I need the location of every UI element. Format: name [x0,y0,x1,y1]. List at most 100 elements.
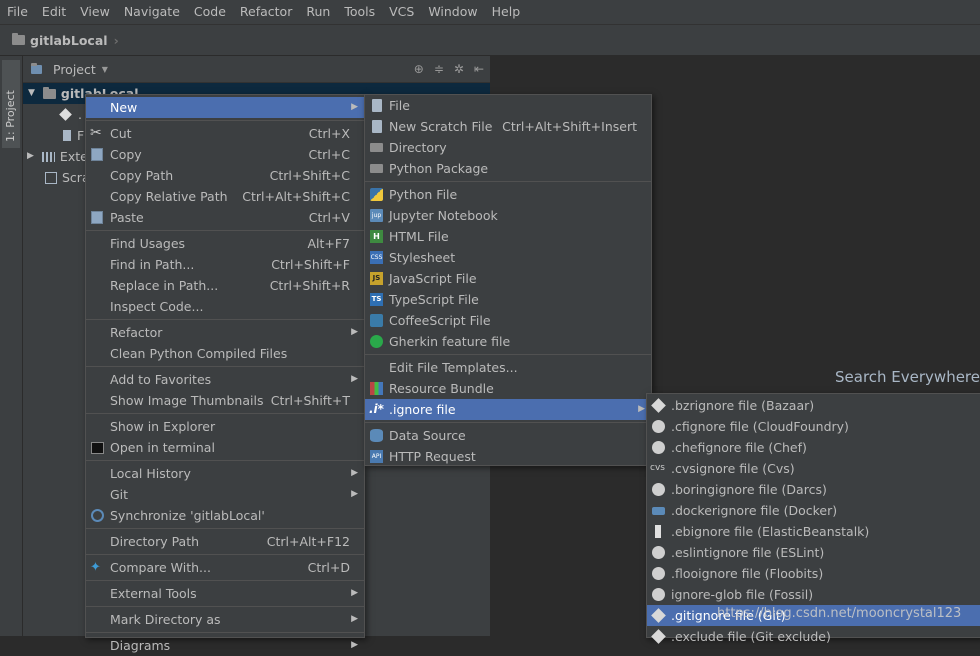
ignore-item-bzrignore-file-bazaar[interactable]: .bzrignore file (Bazaar) [647,395,980,416]
ignore-item-flooignore-file-floobits[interactable]: .flooignore file (Floobits) [647,563,980,584]
menu-refactor[interactable]: Refactor [233,0,299,24]
new-item-directory[interactable]: Directory [365,137,651,158]
hide-icon[interactable]: ⇤ [474,62,484,76]
menu-vcs[interactable]: VCS [382,0,421,24]
ignore-item-boringignore-file-darcs[interactable]: .boringignore file (Darcs) [647,479,980,500]
css-icon: CSS [370,251,383,264]
chevron-right-icon: ▶ [351,640,358,650]
ignore-item-ebignore-file-elasticbeanstalk[interactable]: .ebignore file (ElasticBeanstalk) [647,521,980,542]
ctx-item-diagrams[interactable]: Diagrams ▶ [86,635,364,656]
ignore-item-label: .cvsignore file (Cvs) [671,461,795,476]
ctx-item-show-in-explorer[interactable]: Show in Explorer [86,416,364,437]
ctx-item-synchronize-gitlablocal[interactable]: Synchronize 'gitlabLocal' [86,505,364,526]
new-item-jupyter-notebook[interactable]: jup Jupyter Notebook [365,205,651,226]
coffeescript-icon [370,314,383,327]
locate-icon[interactable]: ⊕ [414,62,424,76]
menu-code[interactable]: Code [187,0,233,24]
new-item-python-file[interactable]: Python File [365,184,651,205]
breadcrumb[interactable]: gitlabLocal › [12,33,119,48]
ctx-item-paste[interactable]: Paste Ctrl+V [86,207,364,228]
ignore-item-dockerignore-file-docker[interactable]: .dockerignore file (Docker) [647,500,980,521]
shortcut-label: Ctrl+Alt+Shift+Insert [502,119,637,134]
menu-run[interactable]: Run [299,0,337,24]
project-tool-tab[interactable]: 1: Project [2,60,20,148]
ignore-item-ignore-glob-file-fossil[interactable]: ignore-glob file (Fossil) [647,584,980,605]
menu-window[interactable]: Window [421,0,484,24]
ctx-item-copy-path[interactable]: Copy Path Ctrl+Shift+C [86,165,364,186]
ignore-item-exclude-file-git-exclude[interactable]: .exclude file (Git exclude) [647,626,980,647]
tree-node[interactable]: F [63,125,84,146]
ctx-item-label: Directory Path [110,534,200,549]
menu-edit[interactable]: Edit [35,0,73,24]
new-item-python-package[interactable]: Python Package [365,158,651,179]
ignore-item-cfignore-file-cloudfoundry[interactable]: .cfignore file (CloudFoundry) [647,416,980,437]
collapse-all-icon[interactable]: ≑ [434,62,444,76]
ctx-item-mark-directory-as[interactable]: Mark Directory as ▶ [86,609,364,630]
ignore-item-label: .bzrignore file (Bazaar) [671,398,815,413]
new-item-html-file[interactable]: H HTML File [365,226,651,247]
gear-icon[interactable]: ✲ [454,62,464,76]
ctx-item-replace-in-path[interactable]: Replace in Path... Ctrl+Shift+R [86,275,364,296]
ctx-item-add-to-favorites[interactable]: Add to Favorites ▶ [86,369,364,390]
menu-navigate[interactable]: Navigate [117,0,187,24]
shortcut-label: Ctrl+D [307,560,350,575]
new-item-ignore-file[interactable]: .i* .ignore file ▶ [365,399,651,420]
ctx-item-inspect-code[interactable]: Inspect Code... [86,296,364,317]
shortcut-label: Ctrl+Alt+F12 [266,534,350,549]
menu-file[interactable]: File [0,0,35,24]
ctx-item-clean-python-compiled-files[interactable]: Clean Python Compiled Files [86,343,364,364]
tree-node[interactable]: Scra [45,167,90,188]
new-item-edit-file-templates[interactable]: Edit File Templates... [365,357,651,378]
tree-node[interactable]: ▶ Exte [27,146,88,167]
ignore-item-chefignore-file-chef[interactable]: .chefignore file (Chef) [647,437,980,458]
ctx-item-show-image-thumbnails[interactable]: Show Image Thumbnails Ctrl+Shift+T [86,390,364,411]
ctx-item-copy-relative-path[interactable]: Copy Relative Path Ctrl+Alt+Shift+C [86,186,364,207]
expand-arrow-icon[interactable]: ▼ [28,83,35,104]
menu-separator [86,366,364,367]
ctx-item-git[interactable]: Git ▶ [86,484,364,505]
new-item-gherkin-feature-file[interactable]: Gherkin feature file [365,331,651,352]
ctx-item-find-usages[interactable]: Find Usages Alt+F7 [86,233,364,254]
new-item-http-request[interactable]: API HTTP Request [365,446,651,467]
new-item-coffeescript-file[interactable]: CoffeeScript File [365,310,651,331]
ctx-item-open-in-terminal[interactable]: Open in terminal [86,437,364,458]
ctx-item-copy[interactable]: Copy Ctrl+C [86,144,364,165]
new-item-resource-bundle[interactable]: Resource Bundle [365,378,651,399]
menu-view[interactable]: View [73,0,117,24]
menu-help[interactable]: Help [485,0,528,24]
ctx-item-refactor[interactable]: Refactor ▶ [86,322,364,343]
project-panel-tools: ⊕ ≑ ✲ ⇤ [414,62,484,76]
ctx-item-compare-with[interactable]: ✦ Compare With... Ctrl+D [86,557,364,578]
ctx-item-local-history[interactable]: Local History ▶ [86,463,364,484]
chevron-down-icon[interactable]: ▼ [102,65,108,74]
ctx-item-label: External Tools [110,586,197,601]
new-item-typescript-file[interactable]: TS TypeScript File [365,289,651,310]
expand-arrow-icon[interactable]: ▶ [27,146,34,167]
menu-separator [86,230,364,231]
new-item-file[interactable]: File [365,95,651,116]
new-item-data-source[interactable]: Data Source [365,425,651,446]
ctx-item-label: Cut [110,126,132,141]
ignore-item-label: .chefignore file (Chef) [671,440,807,455]
ctx-item-find-in-path[interactable]: Find in Path... Ctrl+Shift+F [86,254,364,275]
ctx-item-cut[interactable]: ✂ Cut Ctrl+X [86,123,364,144]
watermark: https://blog.csdn.net/mooncrystal123 [717,606,962,621]
ctx-item-directory-path[interactable]: Directory Path Ctrl+Alt+F12 [86,531,364,552]
menu-separator [86,460,364,461]
new-item-label: Python File [389,187,458,202]
new-item-label: Gherkin feature file [389,334,511,349]
project-panel-title[interactable]: Project [53,62,96,77]
new-item-label: New Scratch File [389,119,493,134]
tree-node[interactable]: . [59,104,82,125]
ctx-item-external-tools[interactable]: External Tools ▶ [86,583,364,604]
chevron-right-icon: ▶ [638,404,645,414]
ctx-item-label: Paste [110,210,144,225]
ignore-item-cvsignore-file-cvs[interactable]: cvs .cvsignore file (Cvs) [647,458,980,479]
ctx-item-new[interactable]: New ▶ [86,97,364,118]
ts-icon: TS [370,293,383,306]
ignore-item-eslintignore-file-eslint[interactable]: .eslintignore file (ESLint) [647,542,980,563]
new-item-javascript-file[interactable]: JS JavaScript File [365,268,651,289]
menu-tools[interactable]: Tools [337,0,382,24]
new-item-new-scratch-file[interactable]: New Scratch File Ctrl+Alt+Shift+Insert [365,116,651,137]
new-item-stylesheet[interactable]: CSS Stylesheet [365,247,651,268]
